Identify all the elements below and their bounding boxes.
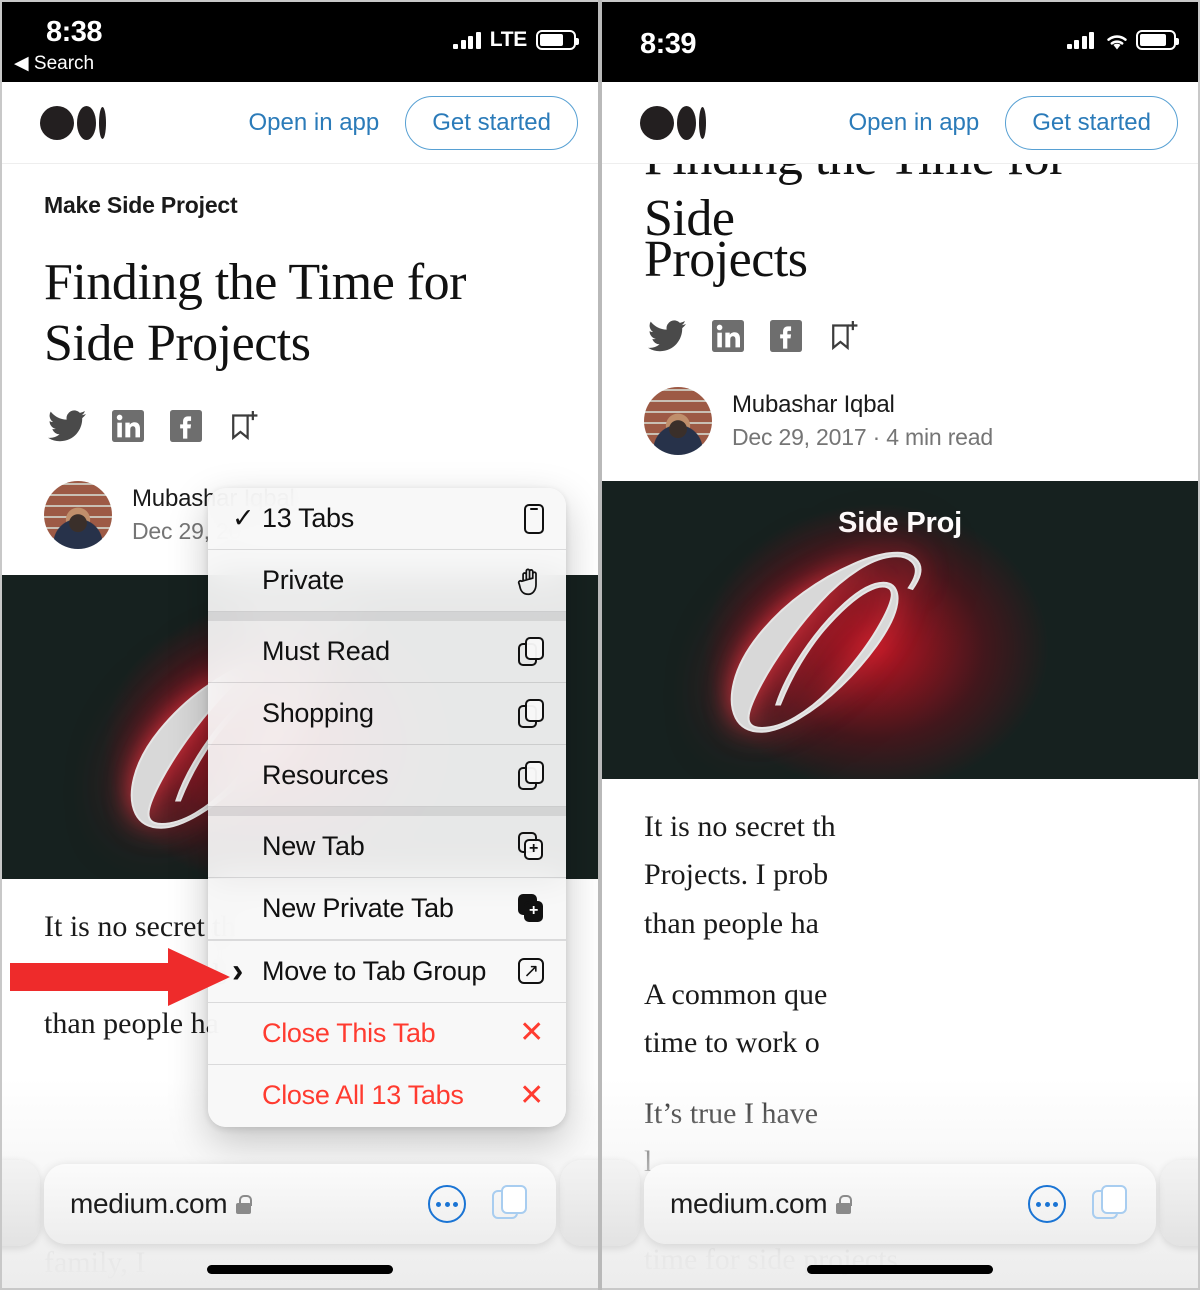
menu-item-close-this-tab[interactable]: Close This Tab ✕ <box>208 1003 566 1065</box>
tab-group-icon <box>510 698 544 729</box>
phone-icon <box>510 503 544 534</box>
chevron-right-icon: › <box>232 951 244 990</box>
facebook-icon[interactable] <box>170 409 202 442</box>
left-status-bar: 8:38 ◀ Search LTE <box>2 2 598 82</box>
linkedin-icon[interactable] <box>712 319 744 352</box>
back-triangle-icon: ◀ <box>14 53 29 74</box>
cellular-signal-icon <box>1066 31 1094 49</box>
right-site-header: Open in app Get started <box>602 82 1198 164</box>
battery-icon <box>536 30 579 50</box>
menu-item-label: Shopping <box>262 698 374 728</box>
share-row <box>602 291 1198 353</box>
article-headline-line2: Projects <box>644 231 808 288</box>
new-tab-icon: + <box>510 831 544 862</box>
cellular-signal-icon <box>453 31 481 49</box>
menu-item-label: Resources <box>262 760 389 790</box>
xmark-icon: ✕ <box>519 1078 544 1112</box>
menu-item-label: New Private Tab <box>262 893 454 923</box>
red-pointer-arrow <box>10 946 232 1013</box>
twitter-icon[interactable] <box>648 320 686 352</box>
article-headline: Finding the Time for Side Projects <box>44 254 466 372</box>
right-status-bar: 8:39 <box>602 2 1198 82</box>
status-indicators <box>1066 30 1179 50</box>
left-phone-screenshot: 8:38 ◀ Search LTE Open in app Get starte… <box>0 0 598 1290</box>
avatar <box>44 480 112 549</box>
article-hero-image: Side Proj 𝒪 <box>602 480 1198 779</box>
menu-item-label: Private <box>262 565 344 595</box>
neon-script-graphic: 𝒪 <box>708 507 867 779</box>
menu-item-close-all-tabs[interactable]: Close All 13 Tabs ✕ <box>208 1065 566 1127</box>
article-body: It is no secret th Projects. I prob than… <box>602 779 1198 1284</box>
menu-item-resources[interactable]: Resources <box>208 745 566 807</box>
home-indicator <box>207 1265 393 1274</box>
menu-item-label: Close This Tab <box>262 1017 436 1048</box>
menu-item-label: 13 Tabs <box>262 503 354 533</box>
body-line: It’s true I have <box>644 1096 819 1130</box>
get-started-button[interactable]: Get started <box>405 95 578 150</box>
menu-item-label: Must Read <box>262 636 390 666</box>
medium-logo[interactable] <box>40 105 106 140</box>
left-site-header: Open in app Get started <box>2 82 598 164</box>
linkedin-icon[interactable] <box>112 409 144 442</box>
body-line: It is no secret th <box>44 909 236 943</box>
right-phone-screenshot: 8:39 Open in app Get started Finding the… <box>602 0 1200 1290</box>
facebook-icon[interactable] <box>770 319 802 352</box>
battery-icon <box>1136 30 1179 50</box>
right-article: Finding the Time for Side Projects <box>602 128 1198 1285</box>
get-started-button[interactable]: Get started <box>1005 95 1178 150</box>
menu-item-shopping[interactable]: Shopping <box>208 683 566 745</box>
open-in-app-link[interactable]: Open in app <box>848 109 979 137</box>
menu-item-private[interactable]: Private <box>208 550 566 612</box>
menu-separator <box>208 807 566 816</box>
menu-item-13-tabs[interactable]: ✓ 13 Tabs <box>208 488 566 550</box>
hand-raised-icon <box>510 566 544 596</box>
status-time: 8:39 <box>640 28 697 60</box>
body-line: than people ha <box>644 907 819 941</box>
left-tab-context-menu[interactable]: ✓ 13 Tabs Private Must Read Shopping Res… <box>208 488 566 1127</box>
publish-meta: Dec 29, 2017 · 4 min read <box>732 423 993 450</box>
body-line: It is no secret th <box>644 809 836 843</box>
share-row <box>2 375 598 443</box>
avatar <box>644 386 712 455</box>
screenshot-comparison: 8:38 ◀ Search LTE Open in app Get starte… <box>0 0 1200 1290</box>
menu-item-label: New Tab <box>262 831 365 861</box>
article-kicker: Make Side Project <box>44 192 238 218</box>
twitter-icon[interactable] <box>48 410 86 442</box>
bookmark-add-icon[interactable] <box>228 409 262 443</box>
tab-group-icon <box>510 760 544 791</box>
medium-logo[interactable] <box>640 105 706 140</box>
menu-item-new-tab[interactable]: New Tab + <box>208 816 566 878</box>
arrow-up-right-box-icon: ↗ <box>510 958 544 985</box>
byline: Mubashar Iqbal Dec 29, 2017 · 4 min read <box>602 353 1198 455</box>
xmark-icon: ✕ <box>519 1016 544 1050</box>
body-line: a <box>644 1193 658 1227</box>
open-in-app-link[interactable]: Open in app <box>248 109 379 137</box>
menu-item-label: Move to Tab Group <box>262 955 487 986</box>
wifi-icon <box>1103 31 1127 50</box>
menu-item-label: Close All 13 Tabs <box>262 1080 464 1111</box>
status-time: 8:38 <box>46 16 103 48</box>
author-name[interactable]: Mubashar Iqbal <box>732 391 993 419</box>
body-line: A common que <box>644 977 828 1011</box>
menu-item-must-read[interactable]: Must Read <box>208 621 566 683</box>
network-type-label: LTE <box>489 28 528 51</box>
tab-group-icon <box>510 636 544 667</box>
hero-title: Side Proj <box>838 506 962 539</box>
home-indicator <box>807 1265 993 1274</box>
menu-separator <box>208 612 566 621</box>
new-private-tab-icon: + <box>510 893 544 924</box>
body-line: time to work o <box>644 1026 820 1060</box>
menu-item-move-to-tab-group[interactable]: › Move to Tab Group ↗ <box>208 941 566 1003</box>
body-line: l <box>644 1145 653 1179</box>
menu-item-new-private-tab[interactable]: New Private Tab + <box>208 878 566 940</box>
back-to-search-link[interactable]: ◀ Search <box>14 52 94 75</box>
bookmark-add-icon[interactable] <box>828 319 862 353</box>
body-line: Projects. I prob <box>644 858 829 892</box>
status-indicators: LTE <box>453 28 579 52</box>
checkmark-icon: ✓ <box>232 503 255 533</box>
back-label: Search <box>33 53 95 74</box>
